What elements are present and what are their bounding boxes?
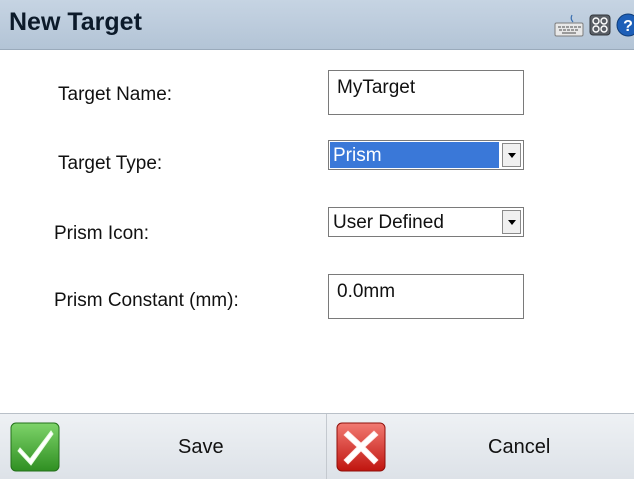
bottom-button-bar: Save Cancel — [0, 413, 634, 479]
target-type-value: Prism — [330, 142, 499, 168]
prism-icon-dropdown-arrow[interactable] — [502, 210, 521, 234]
window-title: New Target — [9, 8, 142, 36]
prism-icon-dropdown[interactable]: User Defined — [328, 207, 524, 237]
title-bar: New Target ? — [0, 0, 634, 50]
svg-text:?: ? — [623, 18, 633, 35]
target-name-field[interactable]: MyTarget — [328, 70, 524, 115]
target-type-dropdown[interactable]: Prism — [328, 140, 524, 170]
settings-icon[interactable] — [589, 14, 611, 36]
prism-icon-value: User Defined — [333, 212, 444, 233]
prism-constant-field[interactable]: 0.0mm — [328, 274, 524, 319]
cancel-button-label: Cancel — [488, 436, 551, 458]
save-button[interactable]: Save — [0, 414, 327, 479]
save-button-label: Save — [178, 436, 224, 458]
chevron-down-icon — [507, 219, 516, 225]
prism-icon-label: Prism Icon: — [54, 223, 150, 244]
prism-constant-label: Prism Constant (mm): — [54, 290, 239, 311]
target-type-dropdown-arrow[interactable] — [502, 143, 521, 167]
x-icon — [336, 422, 386, 472]
cancel-button[interactable]: Cancel — [327, 414, 634, 479]
title-bar-icons: ? — [554, 12, 634, 38]
help-icon[interactable]: ? — [616, 13, 634, 37]
target-name-label: Target Name: — [58, 84, 173, 105]
chevron-down-icon — [507, 152, 516, 158]
checkmark-icon — [10, 422, 60, 472]
new-target-screen: New Target ? Target Name: MyTarget Targe… — [0, 0, 634, 479]
keyboard-icon[interactable] — [554, 13, 584, 37]
target-type-label: Target Type: — [58, 153, 163, 174]
